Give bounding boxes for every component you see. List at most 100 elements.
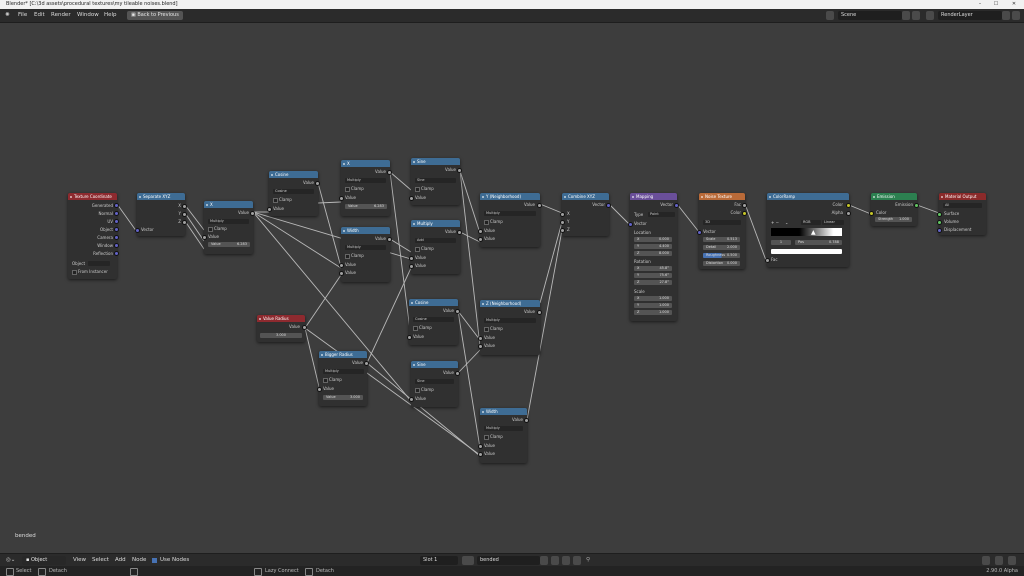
node-mapping[interactable]: Mapping Vector Type Point Vector Locatio…	[628, 193, 679, 321]
view-layer-delete-icon[interactable]	[1012, 11, 1020, 20]
clamp-checkbox[interactable]	[413, 326, 418, 331]
clamp-checkbox[interactable]	[345, 254, 350, 259]
scene-browse-icon[interactable]	[826, 11, 834, 20]
blender-logo-icon[interactable]: ✺	[5, 9, 10, 22]
socket[interactable]	[606, 203, 611, 208]
clamp-checkbox[interactable]	[323, 378, 328, 383]
value-field[interactable]: Value 6.283	[345, 204, 387, 209]
snap-icon[interactable]	[995, 556, 1003, 565]
clamp-checkbox[interactable]	[208, 227, 213, 232]
node-header[interactable]: ColorRamp	[767, 193, 849, 200]
operation-dropdown[interactable]: Sine	[415, 379, 454, 384]
slot-dropdown[interactable]: Slot 1	[420, 556, 458, 565]
use-nodes-checkbox[interactable]	[152, 558, 157, 563]
node-math-cosine[interactable]: Cosine Value Cosine Clamp Value	[267, 171, 320, 216]
node-texture-coordinate[interactable]: Texture Coordinate Generated Normal UV O…	[68, 193, 119, 279]
distortion-field[interactable]: Distortion 0.000	[703, 261, 740, 266]
node-header[interactable]: X	[341, 160, 390, 167]
node-editor-canvas[interactable]: Texture Coordinate Generated Normal UV O…	[0, 23, 1024, 553]
menu-render[interactable]: Render	[51, 9, 71, 22]
socket[interactable]	[478, 452, 483, 457]
socket[interactable]	[455, 309, 460, 314]
view-layer-new-icon[interactable]	[1002, 11, 1010, 20]
fake-user-icon[interactable]	[540, 556, 548, 565]
rotation-y-field[interactable]: Y 75.6°	[634, 273, 672, 278]
material-browse-icon[interactable]	[462, 556, 474, 565]
node-header[interactable]: Material Output	[939, 193, 986, 200]
socket[interactable]	[250, 211, 255, 216]
object-picker[interactable]	[88, 261, 110, 266]
socket[interactable]	[364, 361, 369, 366]
socket[interactable]	[387, 170, 392, 175]
socket[interactable]	[560, 220, 565, 225]
socket[interactable]	[135, 228, 140, 233]
node-header[interactable]: Mapping	[630, 193, 677, 200]
operation-dropdown[interactable]: Sine	[415, 178, 456, 183]
node-emission[interactable]: Emission Emission Color Strength 1.000	[869, 193, 919, 226]
socket[interactable]	[457, 168, 462, 173]
node-color-ramp[interactable]: ColorRamp Color Alpha + − ⌄ RGB Linear ▲…	[765, 193, 851, 267]
node-header[interactable]: Texture Coordinate	[68, 193, 117, 200]
socket[interactable]	[114, 235, 119, 240]
operation-dropdown[interactable]: Multiply	[345, 245, 386, 250]
node-math-sine[interactable]: Sine Value Sine Clamp Value	[409, 361, 460, 407]
clamp-checkbox[interactable]	[415, 388, 420, 393]
socket[interactable]	[674, 203, 679, 208]
node-header[interactable]: X	[204, 201, 253, 208]
value-field[interactable]: Value 3.000	[323, 395, 363, 400]
socket[interactable]	[317, 387, 322, 392]
socket[interactable]	[478, 336, 483, 341]
clamp-checkbox[interactable]	[484, 220, 489, 225]
operation-dropdown[interactable]: Multiply	[484, 318, 536, 323]
node-noise-texture[interactable]: Noise Texture Fac Color 3D Vector Scale 0…	[697, 193, 747, 269]
socket[interactable]	[182, 212, 187, 217]
unlink-material-icon[interactable]	[562, 556, 570, 565]
socket[interactable]	[560, 212, 565, 217]
node-math-add[interactable]: Multiply Value Add Clamp Value Value	[409, 220, 462, 274]
node-math-multiply[interactable]: Y (Neighborhood) Value Multiply Clamp Va…	[478, 193, 542, 247]
location-y-field[interactable]: Y 4.400	[634, 244, 672, 249]
scale-field[interactable]: Scale 0.513	[703, 237, 740, 242]
stop-index-field[interactable]: 1	[771, 240, 791, 245]
socket[interactable]	[524, 418, 529, 423]
scale-x-field[interactable]: X 1.000	[634, 296, 672, 301]
operation-dropdown[interactable]: Cosine	[413, 317, 454, 322]
node-header[interactable]: Y (Neighborhood)	[480, 193, 540, 200]
socket[interactable]	[409, 256, 414, 261]
minimize-button[interactable]: –	[974, 0, 986, 9]
node-header[interactable]: Cosine	[409, 299, 458, 306]
roughness-field[interactable]: Roughness 0.500	[703, 253, 740, 258]
socket[interactable]	[409, 264, 414, 269]
snap-options-icon[interactable]	[1008, 556, 1016, 565]
view-layer-field[interactable]: RenderLayer	[938, 11, 1002, 20]
socket[interactable]	[409, 397, 414, 402]
close-button[interactable]: ✕	[1008, 0, 1020, 9]
menu-edit[interactable]: Edit	[34, 9, 45, 22]
socket[interactable]	[114, 251, 119, 256]
scene-new-icon[interactable]	[902, 11, 910, 20]
socket[interactable]	[202, 235, 207, 240]
socket[interactable]	[478, 344, 483, 349]
node-header[interactable]: Combine XYZ	[562, 193, 609, 200]
view-layer-browse-icon[interactable]	[926, 11, 934, 20]
socket[interactable]	[846, 203, 851, 208]
socket[interactable]	[114, 211, 119, 216]
clamp-checkbox[interactable]	[273, 198, 278, 203]
node-separate-xyz[interactable]: Separate XYZ X Y Z Vector	[135, 193, 187, 236]
socket[interactable]	[697, 230, 702, 235]
socket[interactable]	[339, 271, 344, 276]
socket[interactable]	[114, 243, 119, 248]
node-header[interactable]: Width	[480, 408, 527, 415]
node-header[interactable]: Bigger Radius	[319, 351, 367, 358]
menu-window[interactable]: Window	[77, 9, 99, 22]
node-math-multiply[interactable]: X Value Multiply Clamp Value Value 6.283	[202, 201, 255, 254]
socket[interactable]	[742, 203, 747, 208]
operation-dropdown[interactable]: Multiply	[345, 178, 386, 183]
scene-name-field[interactable]: Scene	[838, 11, 902, 20]
operation-dropdown[interactable]: Multiply	[208, 219, 249, 224]
socket[interactable]	[478, 229, 483, 234]
node-math-multiply[interactable]: Bigger Radius Value Multiply Clamp Value…	[317, 351, 369, 406]
stop-color-swatch[interactable]	[771, 249, 842, 254]
socket[interactable]	[914, 203, 919, 208]
socket[interactable]	[182, 204, 187, 209]
